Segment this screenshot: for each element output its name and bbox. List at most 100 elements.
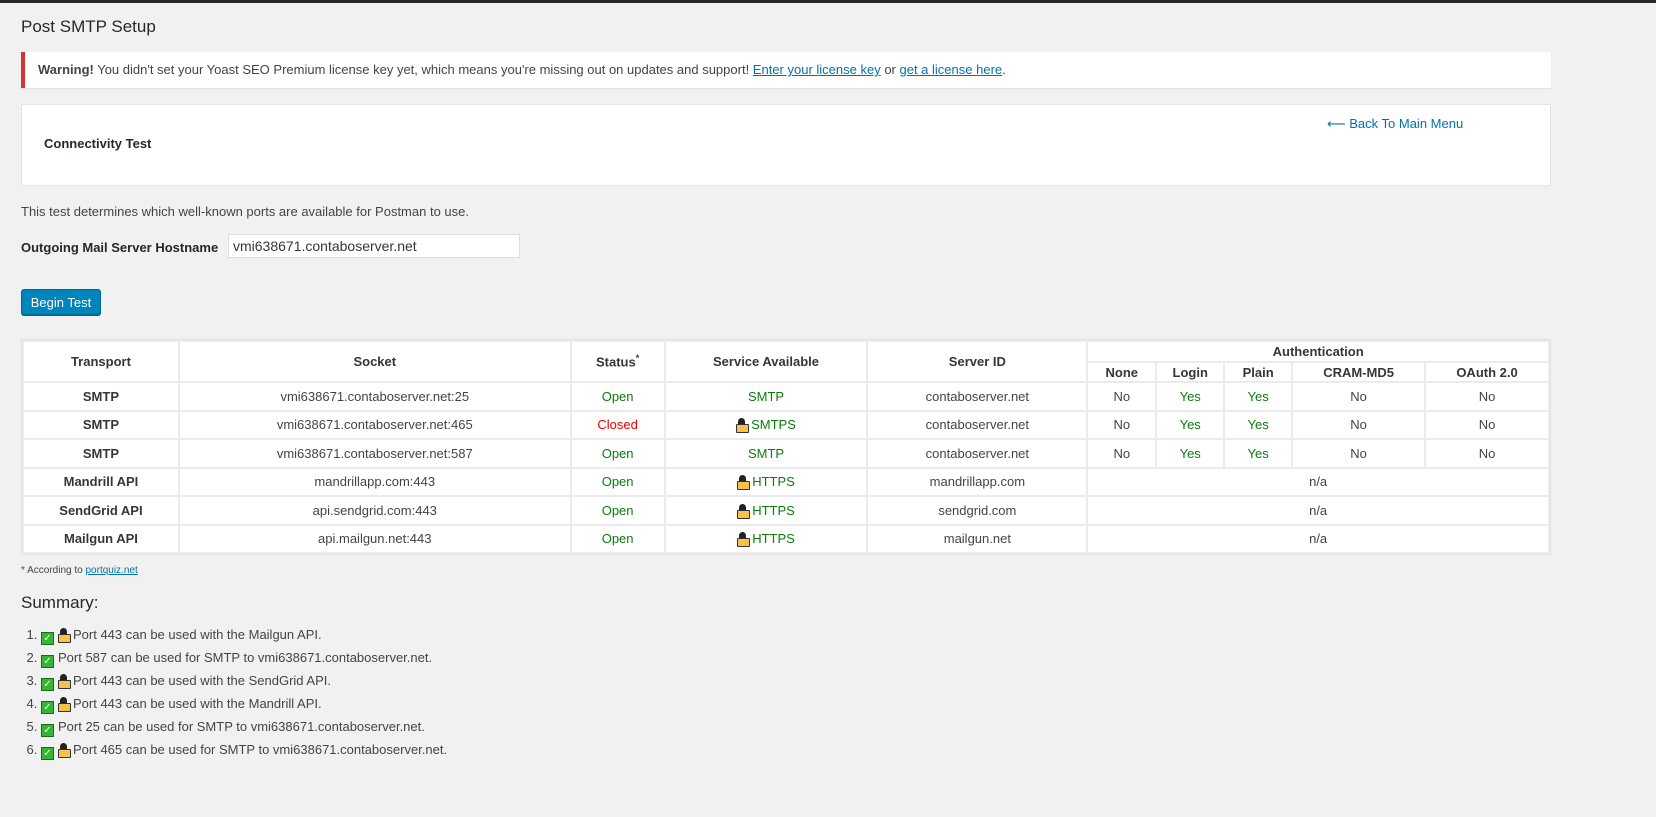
service-cell: HTTPS <box>665 497 867 524</box>
auth-cell: No <box>1426 440 1548 467</box>
socket-cell: api.sendgrid.com:443 <box>179 497 570 524</box>
server-id-cell: contaboserver.net <box>868 383 1087 410</box>
lock-icon <box>736 418 750 434</box>
service-text: HTTPS <box>752 531 795 547</box>
check-icon: ✓ <box>41 747 54 760</box>
warning-or: or <box>880 62 900 77</box>
summary-item: ✓ Port 443 can be used with the Mandrill … <box>41 695 447 718</box>
lock-icon <box>58 674 71 689</box>
check-icon: ✓ <box>41 678 54 691</box>
server-id-cell: contaboserver.net <box>868 411 1087 438</box>
card-heading: Connectivity Test <box>44 136 152 151</box>
transport-cell: SendGrid API <box>24 497 178 524</box>
socket-cell: vmi638671.contaboserver.net:587 <box>179 440 570 467</box>
transport-cell: SMTP <box>24 383 178 410</box>
auth-cell: No <box>1088 440 1156 467</box>
service-cell: SMTPS <box>665 411 867 438</box>
auth-cell: No <box>1293 411 1425 438</box>
summary-text: Port 443 can be used with the Mailgun AP… <box>73 627 322 642</box>
summary-heading: Summary: <box>21 593 99 612</box>
auth-cell: Yes <box>1157 411 1224 438</box>
header-auth-col: Plain <box>1225 363 1292 381</box>
page-title: Post SMTP Setup <box>21 17 156 36</box>
auth-cell: No <box>1088 411 1156 438</box>
footnote: * According to portquiz.net <box>21 565 138 576</box>
back-to-main-menu-link[interactable]: ⟵ Back To Main Menu <box>1327 116 1463 132</box>
header-auth-col: CRAM-MD5 <box>1293 363 1425 381</box>
connectivity-card: Connectivity Test ⟵ Back To Main Menu <box>21 104 1551 186</box>
transport-cell: Mandrill API <box>24 468 178 495</box>
auth-na-cell: n/a <box>1088 525 1548 552</box>
summary-item: ✓ Port 443 can be used with the Mailgun A… <box>41 626 447 649</box>
header-auth-col: OAuth 2.0 <box>1426 363 1548 381</box>
status-cell: Open <box>571 383 664 410</box>
server-id-cell: mandrillapp.com <box>868 468 1087 495</box>
header-socket: Socket <box>179 342 570 381</box>
auth-cell: Yes <box>1157 383 1224 410</box>
summary-item: ✓ Port 587 can be used for SMTP to vmi638… <box>41 649 447 672</box>
header-auth-col: None <box>1088 363 1156 381</box>
service-cell: SMTP <box>665 440 867 467</box>
license-warning-notice: Warning! You didn't set your Yoast SEO P… <box>21 52 1551 88</box>
socket-cell: vmi638671.contaboserver.net:465 <box>179 411 570 438</box>
summary-text: Port 25 can be used for SMTP to vmi63867… <box>58 719 425 734</box>
summary-item: ✓ Port 25 can be used for SMTP to vmi6386… <box>41 718 447 741</box>
server-id-cell: sendgrid.com <box>868 497 1087 524</box>
header-status: Status* <box>571 342 664 381</box>
socket-cell: vmi638671.contaboserver.net:25 <box>179 383 570 410</box>
connectivity-results-table: Transport Socket Status* Service Availab… <box>21 339 1551 555</box>
get-license-link[interactable]: get a license here <box>900 62 1003 77</box>
socket-cell: mandrillapp.com:443 <box>179 468 570 495</box>
test-description: This test determines which well-known po… <box>21 204 469 219</box>
table-row: SendGrid API api.sendgrid.com:443 Open HTTP… <box>24 497 1548 524</box>
hostname-input[interactable] <box>228 234 520 258</box>
summary-list: ✓ Port 443 can be used with the Mailgun A… <box>21 626 447 764</box>
auth-cell: No <box>1426 383 1548 410</box>
admin-bar <box>0 0 1656 3</box>
table-row: SMTP vmi638671.contaboserver.net:465 Close… <box>24 411 1548 438</box>
service-cell: HTTPS <box>665 468 867 495</box>
service-text: HTTPS <box>752 502 795 518</box>
warning-end: . <box>1002 62 1006 77</box>
auth-na-cell: n/a <box>1088 497 1548 524</box>
transport-cell: SMTP <box>24 440 178 467</box>
summary-item: ✓ Port 465 can be used for SMTP to vmi638… <box>41 741 447 764</box>
auth-cell: No <box>1293 440 1425 467</box>
service-cell: HTTPS <box>665 525 867 552</box>
auth-cell: Yes <box>1225 411 1292 438</box>
service-text: SMTP <box>747 445 785 461</box>
header-service: Service Available <box>665 342 867 381</box>
hostname-label: Outgoing Mail Server Hostname <box>21 240 219 255</box>
auth-cell: Yes <box>1225 440 1292 467</box>
service-text: SMTPS <box>751 417 796 433</box>
enter-license-link[interactable]: Enter your license key <box>753 62 881 77</box>
summary-text: Port 443 can be used with the Mandrill A… <box>73 696 322 711</box>
summary-item: ✓ Port 443 can be used with the SendGrid … <box>41 672 447 695</box>
header-auth-col: Login <box>1157 363 1224 381</box>
server-id-cell: contaboserver.net <box>868 440 1087 467</box>
service-text: HTTPS <box>752 474 795 490</box>
auth-cell: No <box>1293 383 1425 410</box>
lock-icon <box>737 532 751 548</box>
table-row: Mailgun API api.mailgun.net:443 Open HTTPS m… <box>24 525 1548 552</box>
auth-cell: Yes <box>1157 440 1224 467</box>
table-row: Mandrill API mandrillapp.com:443 Open HTTPS… <box>24 468 1548 495</box>
check-icon: ✓ <box>41 724 54 737</box>
header-server-id: Server ID <box>868 342 1087 381</box>
transport-cell: Mailgun API <box>24 525 178 552</box>
table-row: SMTP vmi638671.contaboserver.net:25 Open SM… <box>24 383 1548 410</box>
summary-text: Port 465 can be used for SMTP to vmi6386… <box>73 742 448 757</box>
portquiz-link[interactable]: portquiz.net <box>85 565 137 576</box>
summary-text: Port 587 can be used for SMTP to vmi6386… <box>58 650 433 665</box>
service-cell: SMTP <box>665 383 867 410</box>
header-authentication: Authentication <box>1088 342 1548 361</box>
status-cell: Open <box>571 497 664 524</box>
check-icon: ✓ <box>41 632 54 645</box>
begin-test-button[interactable]: Begin Test <box>21 289 101 315</box>
lock-icon <box>58 628 71 643</box>
status-cell: Open <box>571 440 664 467</box>
service-text: SMTP <box>747 388 785 404</box>
auth-cell: No <box>1088 383 1156 410</box>
socket-cell: api.mailgun.net:443 <box>179 525 570 552</box>
status-footnote-mark: * <box>635 353 640 364</box>
